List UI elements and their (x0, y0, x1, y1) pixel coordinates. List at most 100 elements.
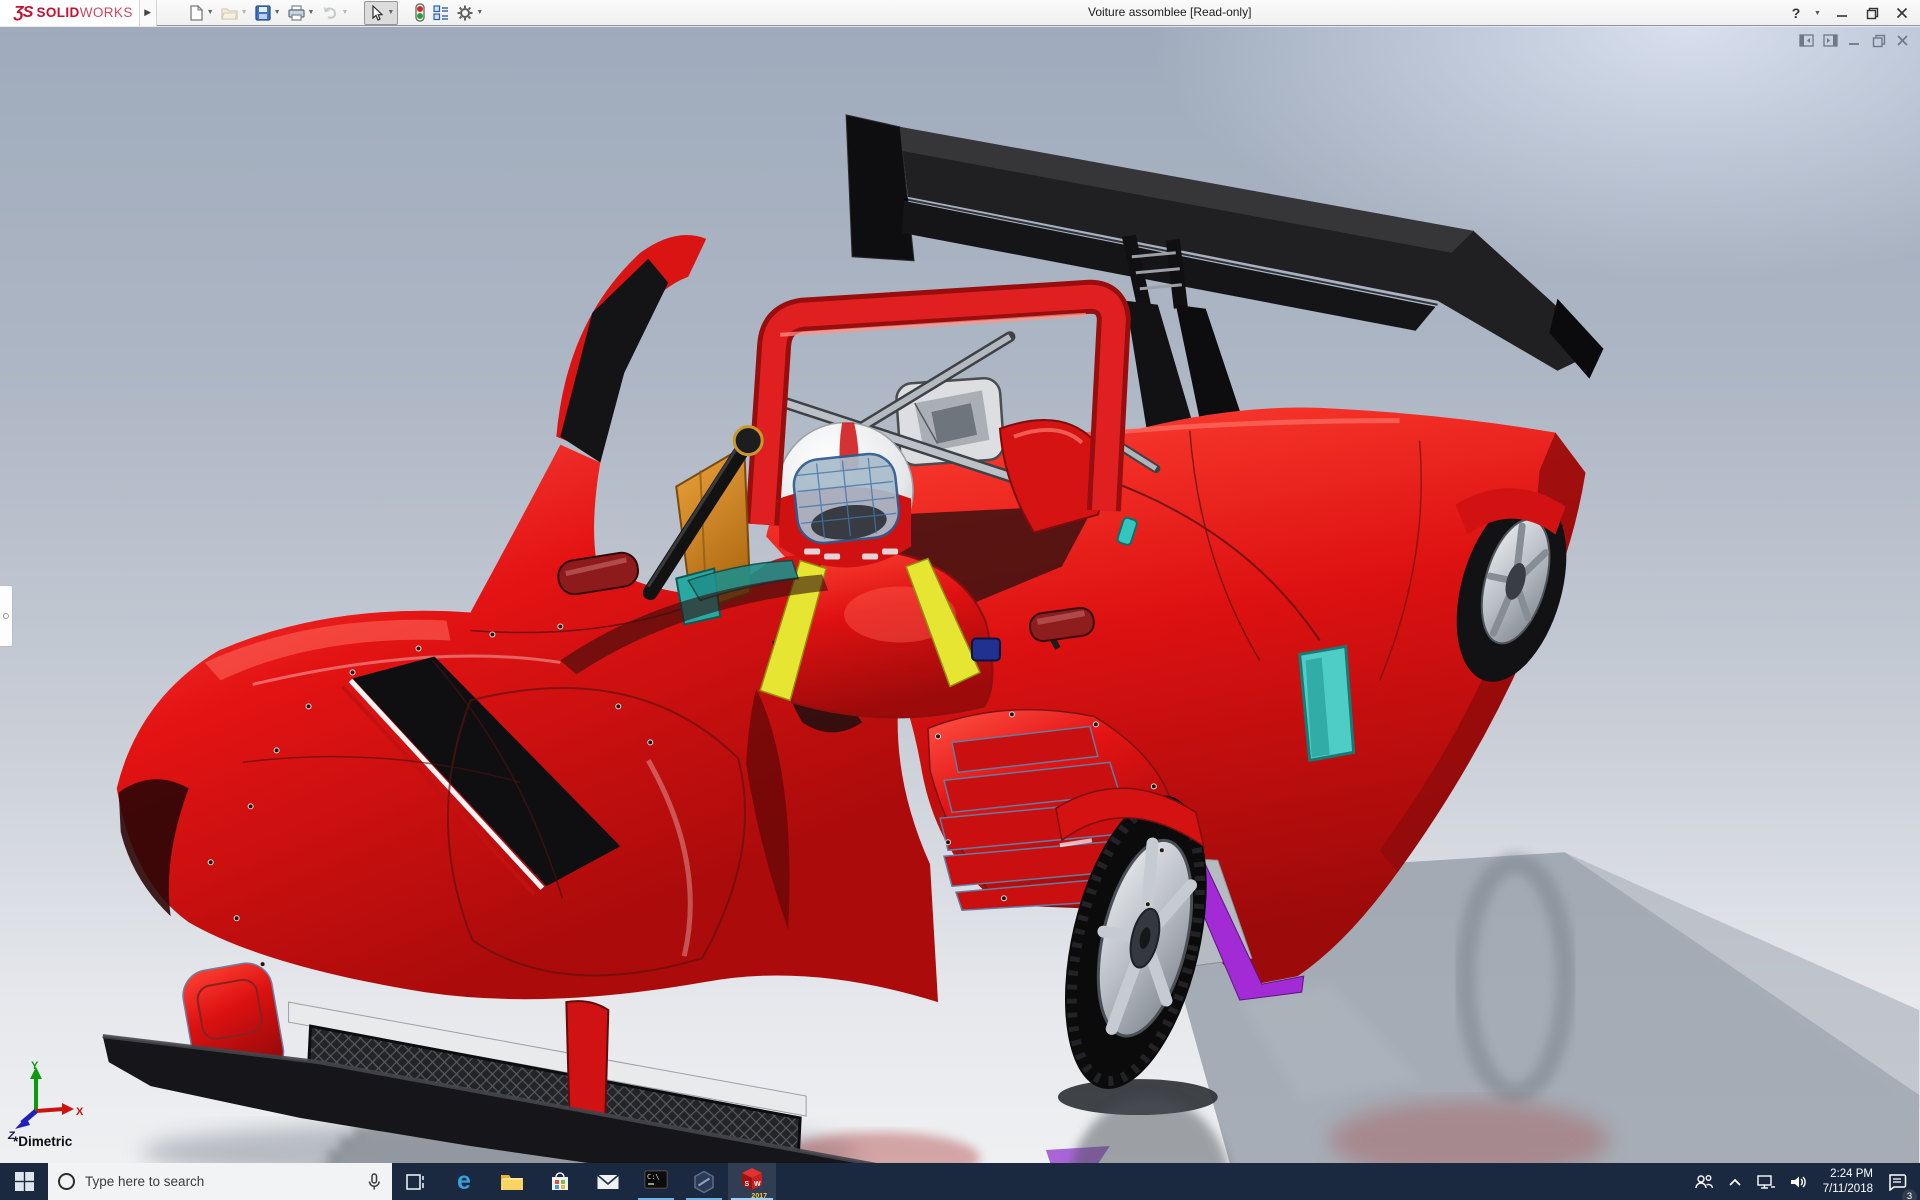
feature-panel-tab[interactable] (0, 585, 13, 647)
help-dropdown-caret[interactable]: ▼ (1814, 10, 1824, 17)
logo-text-solid: SOLID (36, 5, 80, 20)
options-button[interactable]: ▼ (454, 2, 485, 24)
restore-button[interactable] (1860, 2, 1884, 24)
clock-time: 2:24 PM (1830, 1167, 1873, 1180)
solidworks-logo-mark-icon: ƷS (14, 3, 33, 21)
file-explorer-icon (501, 1174, 523, 1190)
command-prompt-label: C:\ (647, 1172, 660, 1181)
task-view-icon (406, 1173, 424, 1190)
graphics-area[interactable]: Y X Z *Dimetric (0, 27, 1920, 1163)
undo-arrow-icon (324, 6, 337, 19)
display-settings-icon (433, 4, 449, 20)
new-document-button[interactable]: ▼ (185, 2, 216, 24)
taskbar-task-view-button[interactable] (392, 1163, 440, 1200)
save-button[interactable]: ▼ (252, 2, 283, 24)
display-settings-button[interactable] (430, 2, 452, 24)
document-close-button[interactable] (1895, 33, 1910, 48)
triad-x-label: X (76, 1106, 84, 1118)
svg-text:W: W (754, 1181, 761, 1188)
close-button[interactable] (1890, 2, 1914, 24)
taskbar-store-button[interactable] (536, 1163, 584, 1200)
printer-icon (287, 4, 305, 21)
pane-right-icon (1823, 34, 1838, 47)
document-minimize-button[interactable] (1847, 33, 1862, 48)
document-restore-button[interactable] (1871, 33, 1886, 48)
panel-tab-handle-icon (3, 613, 9, 619)
system-tray: 2:24 PM 7/11/2018 3 (1691, 1163, 1920, 1200)
help-button[interactable]: ? (1784, 2, 1808, 24)
volume-button[interactable] (1786, 1163, 1812, 1200)
menu-flyout-button[interactable]: ▶ (138, 0, 157, 26)
chevron-up-icon (1729, 1178, 1741, 1186)
mail-icon (596, 1173, 620, 1189)
document-window-controls (1799, 33, 1910, 48)
main-toolbar: ▼ ▼ ▼ ▼ ▼ ▼ ▼ (157, 0, 486, 26)
action-center-button[interactable]: 3 (1884, 1163, 1917, 1200)
triad-y-label: Y (31, 1060, 39, 1072)
restore-icon (1872, 34, 1885, 47)
select-cursor-icon (372, 4, 384, 21)
windows-logo-icon (14, 1172, 34, 1191)
rebuild-traffic-light-icon (415, 3, 425, 22)
taskbar-command-prompt-button[interactable]: C:\ (632, 1163, 680, 1200)
start-button[interactable] (0, 1163, 48, 1200)
store-icon (552, 1171, 568, 1190)
taskbar: Type here to search e C:\ S W 2017 2:24 … (0, 1163, 1920, 1200)
minimize-icon (1849, 43, 1859, 45)
taskbar-hexagon-app-button[interactable] (680, 1163, 728, 1200)
taskbar-solidworks-button[interactable]: S W 2017 (728, 1163, 776, 1200)
undo-button[interactable]: ▼ (318, 2, 350, 24)
clock-date: 7/11/2018 (1822, 1182, 1873, 1195)
show-hidden-icons-button[interactable] (1724, 1163, 1746, 1200)
solidworks-2017-icon: S W 2017 (739, 1166, 767, 1200)
speaker-icon (1790, 1176, 1806, 1187)
taskbar-clock[interactable]: 2:24 PM 7/11/2018 (1819, 1167, 1877, 1197)
select-tool-button[interactable]: ▼ (364, 0, 399, 25)
action-center-icon (1889, 1173, 1907, 1191)
options-gear-icon (457, 5, 473, 20)
titlebar: ƷS SOLID WORKS ▶ ▼ ▼ ▼ ▼ ▼ ▼ ▼ Voiture a… (0, 0, 1920, 26)
car-3d-model[interactable] (0, 27, 1920, 1163)
pane-left-icon (1799, 34, 1814, 47)
taskbar-search-input[interactable]: Type here to search (48, 1163, 392, 1200)
search-placeholder: Type here to search (85, 1174, 205, 1189)
people-button[interactable] (1691, 1163, 1717, 1200)
cortana-icon (58, 1173, 75, 1190)
minimize-icon (1837, 15, 1847, 17)
dropdown-caret[interactable]: ▼ (476, 9, 483, 16)
dropdown-caret[interactable]: ▼ (387, 9, 394, 16)
notification-badge: 3 (1902, 1189, 1917, 1200)
pane-right-button[interactable] (1823, 33, 1838, 48)
taskbar-file-explorer-button[interactable] (488, 1163, 536, 1200)
open-document-button[interactable]: ▼ (218, 2, 250, 24)
dropdown-caret[interactable]: ▼ (308, 9, 315, 16)
solidworks-logo: ƷS SOLID WORKS (0, 0, 139, 26)
view-orientation-label: *Dimetric (13, 1134, 73, 1149)
dropdown-caret[interactable]: ▼ (341, 9, 348, 16)
network-icon (1756, 1174, 1775, 1189)
helmet-visor (792, 452, 901, 545)
dropdown-caret[interactable]: ▼ (207, 9, 214, 16)
desktop: ƷS SOLID WORKS ▶ ▼ ▼ ▼ ▼ ▼ ▼ ▼ Voiture a… (0, 0, 1920, 1200)
pane-left-button[interactable] (1799, 33, 1814, 48)
close-icon (1896, 7, 1908, 19)
save-floppy-icon (254, 4, 271, 21)
orientation-triad: Y X Z (7, 1060, 84, 1142)
microphone-icon[interactable] (366, 1172, 382, 1192)
minimize-button[interactable] (1830, 2, 1854, 24)
open-folder-icon (220, 7, 238, 20)
rebuild-button[interactable] (412, 2, 428, 24)
close-icon (1897, 35, 1908, 46)
taskbar-mail-button[interactable] (584, 1163, 632, 1200)
window-title: Voiture assomblee [Read-only] (1088, 5, 1252, 19)
print-button[interactable]: ▼ (285, 2, 317, 24)
dropdown-caret[interactable]: ▼ (274, 9, 281, 16)
network-button[interactable] (1753, 1163, 1779, 1200)
window-controls: ? ▼ (1784, 0, 1914, 26)
edge-icon: e (457, 1167, 471, 1195)
hexagon-app-icon (694, 1170, 714, 1193)
new-document-icon (190, 4, 203, 21)
taskbar-edge-button[interactable]: e (440, 1163, 488, 1200)
people-icon (1694, 1174, 1713, 1188)
dropdown-caret[interactable]: ▼ (241, 9, 248, 16)
